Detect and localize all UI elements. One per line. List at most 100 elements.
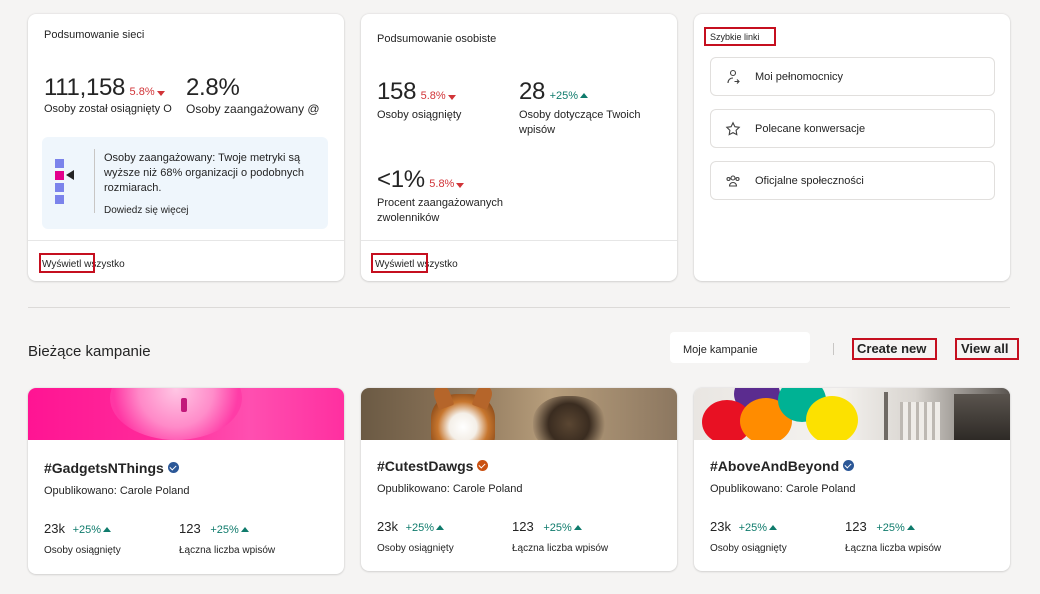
campaign-card-above[interactable]: #AboveAndBeyond Opublikowano: Carole Pol… [694,388,1010,571]
network-reached-value: 111,158 [44,74,126,101]
arrow-up-icon [580,93,589,98]
campaign-reached-change: +25% [405,522,435,534]
personal-card-divider [361,240,677,241]
network-reached-change: 5.8% [129,86,155,98]
community-icon [711,173,755,189]
campaign-posts-label: Łączna liczba wpisów [512,543,609,554]
campaign-reached-label: Osoby osiągnięty [710,543,787,554]
network-engaged-label: Osoby zaangażowany @ [186,102,320,116]
personal-posts-metric: 28 +25% [519,78,589,106]
personal-summary-card: Podsumowanie osobiste 158 5.8% Osoby osi… [361,14,677,281]
verified-badge-icon [477,460,489,471]
campaign-title-text: #GadgetsNThings [44,460,164,476]
campaign-posts-value: 123 [845,519,867,534]
campaign-published-by: Opublikowano: Carole Poland [44,485,190,497]
quick-link-communities-label: Oficjalne społeczności [755,174,864,187]
campaign-posts-metric: 123 +25% [512,519,582,534]
campaign-card-gadgets[interactable]: #GadgetsNThings Opublikowano: Carole Pol… [28,388,344,574]
insight-divider [94,149,95,213]
campaign-title: #GadgetsNThings [44,460,179,476]
arrow-up-icon [240,527,249,532]
verified-badge-icon [843,460,855,471]
campaign-posts-label: Łączna liczba wpisów [845,543,942,554]
personal-followers-metric: <1% 5.8% [377,166,465,194]
insight-text: Osoby zaangażowany: Twoje metryki są wyż… [104,152,304,194]
campaign-posts-value: 123 [179,521,201,536]
campaign-cover-image [28,388,344,440]
campaign-posts-metric: 123 +25% [179,521,249,536]
campaign-reached-change: +25% [738,522,768,534]
personal-reached-change: 5.8% [420,90,446,102]
highlight-personal-view-all [371,253,428,273]
highlight-create-new [852,338,937,360]
campaign-card-dawgs[interactable]: #CutestDawgs Opublikowano: Carole Poland… [361,388,677,571]
campaign-reached-metric: 23k +25% [710,519,778,534]
campaign-posts-metric: 123 +25% [845,519,915,534]
campaign-reached-change: +25% [72,524,102,536]
quick-link-featured-conversations[interactable]: Polecane konwersacje [710,109,995,148]
personal-followers-label: Procent zaangażowanych zwolenników [377,197,503,224]
campaign-filter-dropdown[interactable]: Moje kampanie [670,332,810,363]
arrow-down-icon [456,183,465,188]
personal-reached-label: Osoby osiągnięty [377,109,462,121]
network-reached-metric: 111,158 5.8% [44,74,165,102]
campaign-title: #AboveAndBeyond [710,458,855,474]
arrow-up-icon [769,525,778,530]
campaign-posts-change: +25% [210,524,239,536]
campaigns-section-title: Bieżące kampanie [28,343,151,360]
campaign-posts-change: +25% [543,522,572,534]
delegates-icon [711,69,755,85]
benchmark-icon [55,159,77,209]
star-icon [711,121,755,137]
campaign-reached-value: 23k [710,519,731,534]
campaign-reached-value: 23k [377,519,398,534]
personal-posts-value: 28 [519,78,546,105]
header-vertical-divider [833,343,834,355]
arrow-down-icon [447,95,456,100]
campaign-title-text: #CutestDawgs [377,458,474,474]
highlight-quick-links-title [704,27,776,46]
campaign-published-by: Opublikowano: Carole Poland [377,483,523,495]
campaign-posts-change: +25% [876,522,905,534]
insight-box: Osoby zaangażowany: Twoje metryki są wyż… [42,137,328,229]
campaign-filter-label: Moje kampanie [683,344,758,356]
campaign-published-by: Opublikowano: Carole Poland [710,483,856,495]
campaign-reached-label: Osoby osiągnięty [44,545,121,556]
network-card-divider [28,240,344,241]
campaign-posts-label: Łączna liczba wpisów [179,545,276,556]
personal-posts-label: Osoby dotyczące Twoich wpisów [519,109,641,136]
campaign-reached-label: Osoby osiągnięty [377,543,454,554]
campaign-reached-metric: 23k +25% [377,519,445,534]
campaign-title-text: #AboveAndBeyond [710,458,840,474]
personal-reached-value: 158 [377,78,417,105]
personal-followers-value: <1% [377,166,425,193]
arrow-up-icon [103,527,112,532]
campaign-cover-image [361,388,677,440]
section-divider [28,307,1010,308]
network-engaged-value: 2.8% [186,74,240,101]
personal-followers-change: 5.8% [429,178,455,190]
insight-learn-more-link[interactable]: Dowiedz się więcej [104,205,188,216]
highlight-view-all [955,338,1019,360]
network-summary-card: Podsumowanie sieci 111,158 5.8% Osoby zo… [28,14,344,281]
arrow-up-icon [436,525,445,530]
campaign-reached-value: 23k [44,521,65,536]
campaign-posts-value: 123 [512,519,534,534]
campaign-reached-metric: 23k +25% [44,521,112,536]
personal-summary-title: Podsumowanie osobiste [377,33,497,45]
quick-link-featured-label: Polecane konwersacje [755,122,866,135]
arrow-up-icon [573,525,582,530]
network-summary-title: Podsumowanie sieci [44,29,145,41]
network-reached-label: Osoby został osiągnięty O [44,103,172,115]
quick-links-card: Szybkie linki Moi pełnomocnicy Polecane … [694,14,1010,281]
verified-badge-icon [167,462,179,473]
quick-link-delegates-label: Moi pełnomocnicy [755,70,844,83]
campaign-title: #CutestDawgs [377,458,489,474]
arrow-down-icon [156,91,165,96]
highlight-network-view-all [39,253,95,273]
personal-reached-metric: 158 5.8% [377,78,456,106]
quick-link-delegates[interactable]: Moi pełnomocnicy [710,57,995,96]
campaign-cover-image [694,388,1010,440]
quick-link-official-communities[interactable]: Oficjalne społeczności [710,161,995,200]
personal-posts-change: +25% [549,90,579,102]
